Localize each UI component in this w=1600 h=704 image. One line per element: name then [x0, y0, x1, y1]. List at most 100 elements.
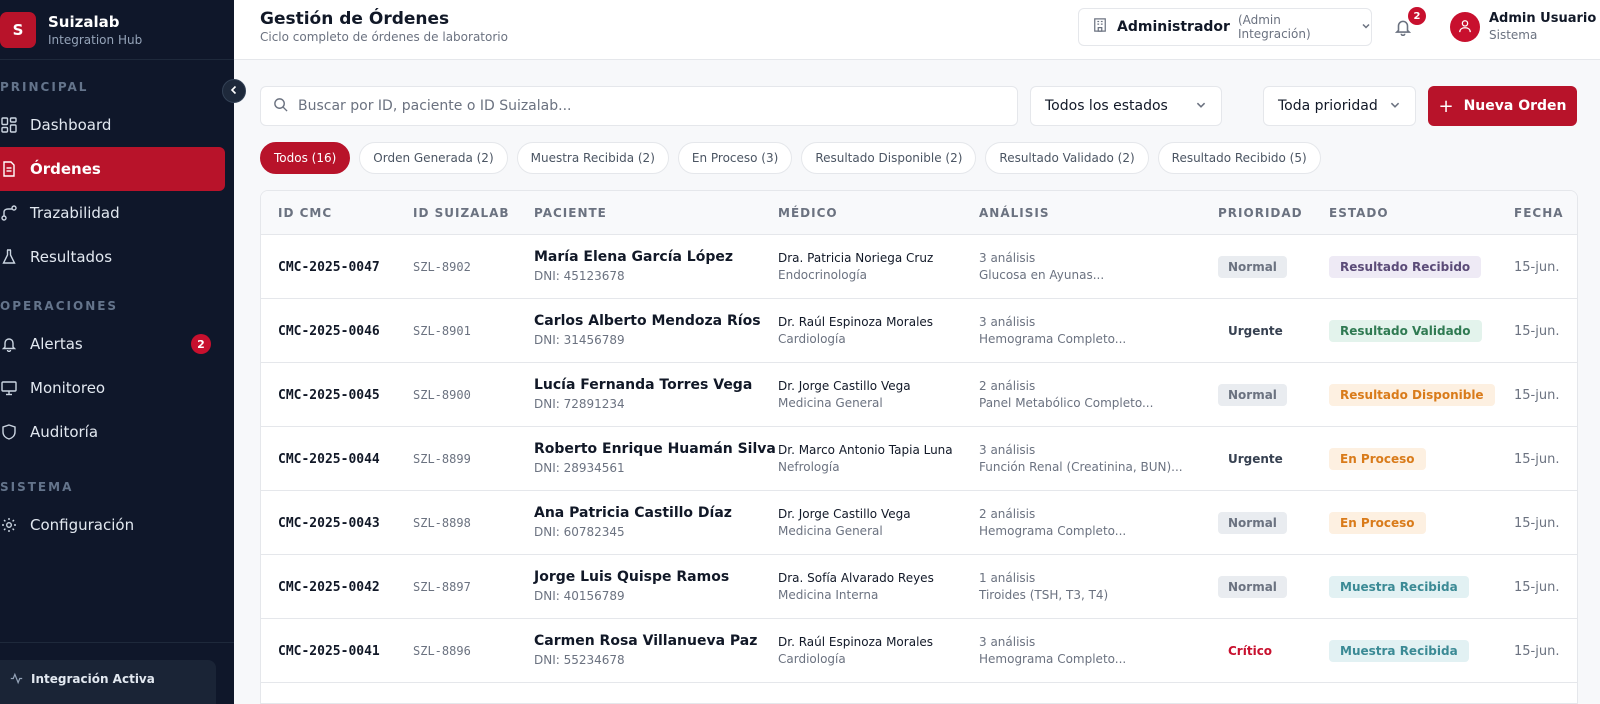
- chevron-left-icon: [229, 84, 239, 98]
- status-filter-select[interactable]: Todos los estados: [1030, 86, 1222, 126]
- priority-badge: Urgente: [1228, 324, 1283, 338]
- analysis-count: 2 análisis: [979, 507, 1036, 521]
- table-row[interactable]: CMC-2025-0044 SZL-8899 Roberto Enrique H…: [261, 427, 1577, 491]
- notifications-count-badge: 2: [1408, 7, 1426, 25]
- suizalab-id: SZL-8899: [413, 452, 471, 466]
- sidebar-item-configuracion[interactable]: Configuración: [0, 503, 134, 547]
- document-icon: [0, 160, 18, 178]
- doctor-specialty: Cardiología: [778, 332, 846, 346]
- analysis-detail: Glucosa en Ayunas...: [979, 268, 1105, 282]
- role-selector[interactable]: Administrador (Admin Integración): [1078, 8, 1372, 46]
- chip-todos[interactable]: Todos (16): [260, 142, 351, 174]
- patient-name: Jorge Luis Quispe Ramos: [534, 569, 730, 585]
- patient-dni: DNI: 55234678: [534, 653, 625, 667]
- order-date: 15-jun.: [1514, 644, 1560, 659]
- building-icon: [1093, 18, 1107, 36]
- sidebar-item-auditoria[interactable]: Auditoría: [0, 410, 98, 454]
- doctor-specialty: Nefrología: [778, 460, 840, 474]
- suizalab-id: SZL-8902: [413, 260, 471, 274]
- order-id[interactable]: CMC-2025-0046: [278, 324, 380, 339]
- alert-count-badge: 2: [191, 334, 211, 354]
- activity-icon: [10, 672, 23, 688]
- bell-icon: [0, 335, 18, 353]
- status-badge: En Proceso: [1329, 448, 1426, 470]
- order-id[interactable]: CMC-2025-0043: [278, 516, 380, 531]
- analysis-detail: Tiroides (TSH, T3, T4): [979, 588, 1109, 602]
- gear-icon: [0, 516, 18, 534]
- table-header: ID CMC ID SUIZALAB PACIENTE MÉDICO ANÁLI…: [261, 191, 1577, 235]
- doctor-specialty: Medicina General: [778, 396, 883, 410]
- patient-dni: DNI: 45123678: [534, 269, 625, 283]
- status-filter-chips: Todos (16) Orden Generada (2) Muestra Re…: [260, 142, 1330, 174]
- column-header[interactable]: FECHA: [1514, 206, 1564, 220]
- chip-resultado-validado[interactable]: Resultado Validado (2): [985, 142, 1149, 174]
- priority-badge: Normal: [1218, 256, 1287, 278]
- chip-resultado-disponible[interactable]: Resultado Disponible (2): [801, 142, 977, 174]
- order-id[interactable]: CMC-2025-0042: [278, 580, 380, 595]
- sidebar-item-label: Monitoreo: [30, 379, 106, 397]
- order-id[interactable]: CMC-2025-0047: [278, 260, 380, 275]
- new-order-button[interactable]: + Nueva Orden: [1428, 86, 1577, 126]
- analysis-detail: Hemograma Completo...: [979, 652, 1127, 666]
- analysis-count: 2 análisis: [979, 379, 1036, 393]
- sidebar-divider: [0, 642, 234, 643]
- status-badge: En Proceso: [1329, 512, 1426, 534]
- order-id[interactable]: CMC-2025-0044: [278, 452, 380, 467]
- sidebar-item-label: Auditoría: [30, 423, 99, 441]
- doctor-name: Dr. Marco Antonio Tapia Luna: [778, 443, 953, 457]
- sidebar-item-label: Dashboard: [30, 116, 112, 134]
- column-header[interactable]: ESTADO: [1329, 206, 1389, 220]
- column-header[interactable]: ID SUIZALAB: [413, 206, 510, 220]
- priority-filter-value: Toda prioridad: [1278, 98, 1378, 114]
- column-header[interactable]: PRIORIDAD: [1218, 206, 1303, 220]
- suizalab-id: SZL-8900: [413, 388, 471, 402]
- order-id[interactable]: CMC-2025-0041: [278, 644, 380, 659]
- sidebar-collapse-button[interactable]: [222, 79, 246, 103]
- priority-badge: Normal: [1218, 512, 1287, 534]
- search-input[interactable]: [298, 98, 998, 114]
- chevron-down-icon: [1389, 99, 1401, 114]
- avatar[interactable]: [1450, 12, 1480, 42]
- brand: S Suizalab Integration Hub: [0, 0, 234, 60]
- table-row[interactable]: CMC-2025-0042 SZL-8897 Jorge Luis Quispe…: [261, 555, 1577, 619]
- sidebar-item-label: Órdenes: [30, 160, 101, 178]
- sidebar-item-label: Configuración: [30, 516, 135, 534]
- dashboard-icon: [0, 116, 18, 134]
- chip-muestra-recibida[interactable]: Muestra Recibida (2): [516, 142, 669, 174]
- order-id[interactable]: CMC-2025-0045: [278, 388, 380, 403]
- doctor-specialty: Medicina Interna: [778, 588, 879, 602]
- priority-filter-select[interactable]: Toda prioridad: [1263, 86, 1416, 126]
- column-header[interactable]: MÉDICO: [778, 206, 838, 220]
- search-box: [260, 86, 1018, 126]
- order-date: 15-jun.: [1514, 580, 1560, 595]
- analysis-detail: Hemograma Completo...: [979, 524, 1127, 538]
- sidebar-item-trazabilidad[interactable]: Trazabilidad: [0, 191, 120, 235]
- sidebar-item-label: Trazabilidad: [30, 204, 120, 222]
- sidebar-item-dashboard[interactable]: Dashboard: [0, 103, 111, 147]
- table-row[interactable]: CMC-2025-0047 SZL-8902 María Elena Garcí…: [261, 235, 1577, 299]
- column-header[interactable]: ANÁLISIS: [979, 206, 1049, 220]
- column-header[interactable]: ID CMC: [278, 206, 332, 220]
- page-title: Gestión de Órdenes: [260, 9, 450, 29]
- patient-name: Carmen Rosa Villanueva Paz: [534, 633, 758, 649]
- patient-dni: DNI: 72891234: [534, 397, 625, 411]
- analysis-count: 3 análisis: [979, 315, 1036, 329]
- sidebar-item-resultados[interactable]: Resultados: [0, 235, 112, 279]
- table-row[interactable]: CMC-2025-0045 SZL-8900 Lucía Fernanda To…: [261, 363, 1577, 427]
- sidebar-item-ordenes[interactable]: Órdenes: [0, 147, 225, 191]
- table-row[interactable]: CMC-2025-0046 SZL-8901 Carlos Alberto Me…: [261, 299, 1577, 363]
- chip-en-proceso[interactable]: En Proceso (3): [677, 142, 793, 174]
- column-header[interactable]: PACIENTE: [534, 206, 607, 220]
- sidebar-item-monitoreo[interactable]: Monitoreo: [0, 366, 105, 410]
- table-row[interactable]: CMC-2025-0043 SZL-8898 Ana Patricia Cast…: [261, 491, 1577, 555]
- chip-orden-generada[interactable]: Orden Generada (2): [359, 142, 508, 174]
- status-badge: Resultado Validado: [1329, 320, 1482, 342]
- doctor-specialty: Cardiología: [778, 652, 846, 666]
- shield-icon: [0, 423, 18, 441]
- chevron-down-icon: [1195, 99, 1207, 114]
- sidebar-item-alertas[interactable]: Alertas 2: [0, 322, 234, 366]
- chevron-down-icon: [1361, 21, 1371, 34]
- status-filter-value: Todos los estados: [1045, 98, 1168, 114]
- chip-resultado-recibido[interactable]: Resultado Recibido (5): [1157, 142, 1321, 174]
- table-row[interactable]: CMC-2025-0041 SZL-8896 Carmen Rosa Villa…: [261, 619, 1577, 683]
